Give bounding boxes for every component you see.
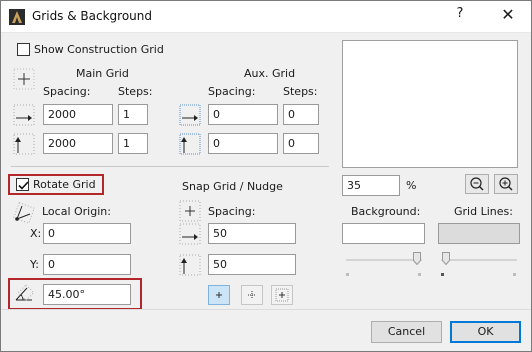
show-construction-grid-label: Show Construction Grid [34, 43, 164, 56]
horizontal-spacing-icon [13, 104, 35, 126]
snap-horizontal-spacing-input[interactable]: 50 [208, 223, 296, 244]
main-horizontal-steps-input[interactable]: 1 [118, 104, 148, 125]
x-label: X: [30, 227, 42, 240]
aux-horizontal-spacing-input[interactable]: 0 [208, 104, 278, 125]
section-separator [11, 166, 329, 167]
title-bar: Grids & Background ? ✕ [1, 1, 531, 33]
main-vertical-spacing-input[interactable]: 2000 [43, 133, 113, 154]
rotation-angle-icon [15, 284, 35, 302]
local-origin-icon [13, 202, 35, 224]
snap-grid-header: Snap Grid / Nudge [182, 180, 283, 193]
main-spacing-label: Spacing: [43, 85, 91, 98]
origin-y-input[interactable]: 0 [43, 254, 131, 275]
rotate-grid-checkbox[interactable] [16, 178, 29, 191]
snap-grid-icon [179, 200, 201, 222]
main-grid-header: Main Grid [76, 67, 129, 80]
dotted-cross-icon [248, 291, 256, 299]
grid-lines-label: Grid Lines: [454, 205, 513, 218]
small-cross-icon [216, 292, 222, 298]
zoom-out-icon [470, 177, 484, 191]
aux-spacing-label: Spacing: [208, 85, 256, 98]
origin-x-input[interactable]: 0 [43, 223, 131, 244]
snap-mode-box-button[interactable] [271, 285, 293, 305]
checkmark-icon [18, 181, 29, 190]
snap-spacing-label: Spacing: [208, 205, 256, 218]
snap-vertical-icon [179, 254, 201, 276]
zoom-value-input[interactable]: 35 [342, 175, 400, 196]
aux-horizontal-spacing-icon [179, 104, 201, 126]
rotate-grid-label: Rotate Grid [33, 178, 96, 191]
grid-origin-icon [13, 68, 35, 90]
show-construction-grid-checkbox[interactable] [17, 43, 30, 56]
close-button[interactable]: ✕ [498, 5, 518, 27]
cancel-button[interactable]: Cancel [371, 321, 442, 343]
main-horizontal-spacing-input[interactable]: 2000 [43, 104, 113, 125]
grid-lines-slider-ticks [441, 273, 516, 276]
rotation-angle-input[interactable]: 45.00° [43, 284, 131, 305]
background-slider-ticks [346, 273, 421, 276]
background-color-swatch[interactable] [342, 223, 425, 244]
grid-preview-panel [342, 40, 518, 168]
aux-steps-label: Steps: [283, 85, 318, 98]
y-label: Y: [30, 258, 39, 271]
grid-lines-slider-track [441, 259, 517, 261]
aux-vertical-spacing-icon [179, 133, 201, 155]
aux-grid-header: Aux. Grid [244, 67, 296, 80]
background-slider-thumb[interactable] [413, 252, 421, 265]
aux-horizontal-steps-input[interactable]: 0 [283, 104, 319, 125]
snap-mode-cross-button[interactable] [208, 285, 230, 305]
vertical-spacing-icon [13, 133, 35, 155]
aux-vertical-spacing-input[interactable]: 0 [208, 133, 278, 154]
ok-button[interactable]: OK [450, 321, 521, 343]
aux-vertical-steps-input[interactable]: 0 [283, 133, 319, 154]
archicad-app-icon [9, 9, 25, 25]
grids-background-dialog: Grids & Background ? ✕ Show Construction… [0, 0, 532, 352]
main-vertical-steps-input[interactable]: 1 [118, 133, 148, 154]
local-origin-label: Local Origin: [42, 205, 111, 218]
zoom-unit-label: % [406, 179, 417, 192]
grid-lines-color-swatch[interactable] [438, 223, 520, 244]
zoom-in-button[interactable] [494, 174, 518, 194]
snap-vertical-spacing-input[interactable]: 50 [208, 254, 296, 275]
grid-lines-slider-thumb[interactable] [442, 252, 450, 265]
snap-horizontal-icon [179, 223, 201, 245]
window-title: Grids & Background [32, 9, 153, 23]
boxed-cross-icon [275, 288, 289, 302]
zoom-out-button[interactable] [465, 174, 489, 194]
zoom-in-icon [499, 177, 513, 191]
snap-mode-grid-button[interactable] [241, 285, 263, 305]
background-label: Background: [351, 205, 421, 218]
main-steps-label: Steps: [118, 85, 153, 98]
background-slider-track [346, 259, 422, 261]
help-button[interactable]: ? [453, 6, 467, 26]
